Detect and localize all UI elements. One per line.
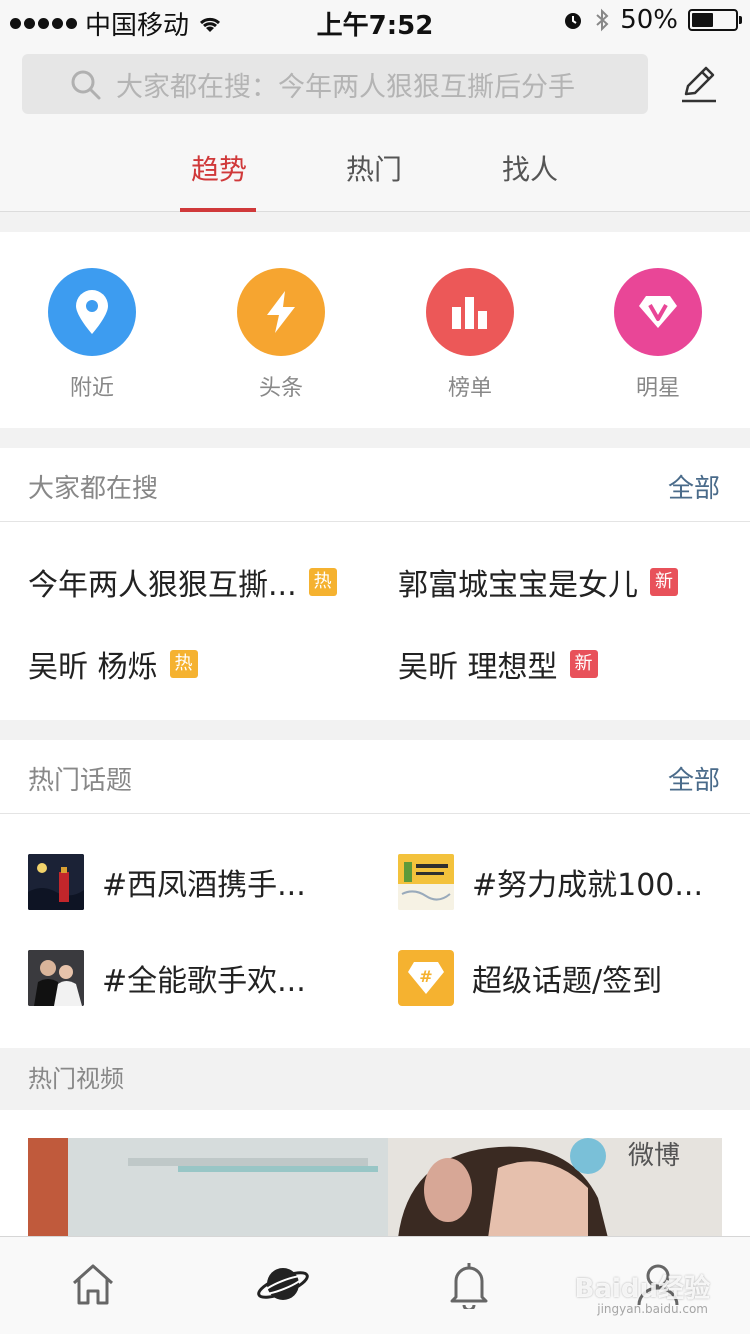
hot-badge: 热 <box>308 568 337 596</box>
hot-videos-section: 热门视频 微博 <box>0 1048 750 1238</box>
nav-notifications[interactable] <box>448 1261 490 1313</box>
nav-home[interactable] <box>70 1261 116 1311</box>
quick-link-label: 附近 <box>69 376 114 401</box>
location-pin-icon <box>48 268 136 356</box>
new-badge: 新 <box>569 650 598 678</box>
topic-item[interactable]: # 超级话题/签到 <box>398 950 662 1006</box>
see-all-link[interactable]: 全部 <box>668 760 720 797</box>
status-bar: 中国移动 上午7:52 50% <box>0 0 750 41</box>
bell-icon <box>450 1263 488 1312</box>
video-list: 微博 <box>0 1110 750 1238</box>
tab-label: 热门 <box>345 153 402 186</box>
search-icon <box>71 70 101 100</box>
super-topic-icon: # <box>398 950 454 1006</box>
nav-discover[interactable] <box>256 1261 310 1311</box>
video-thumbnail[interactable]: 微博 <box>28 1138 722 1238</box>
topic-item[interactable]: #努力成就100... <box>398 854 703 910</box>
card-title: 热门话题 <box>28 766 133 796</box>
quick-link-nearby[interactable]: 附近 <box>22 268 162 402</box>
quick-link-headlines[interactable]: 头条 <box>211 268 351 402</box>
home-icon <box>72 1264 114 1305</box>
trending-search-item[interactable]: 今年两人狠狠互撕... 热 <box>28 560 337 604</box>
search-item-text: 今年两人狠狠互撕... <box>28 568 297 603</box>
watermark: Baidu经验 <box>574 1274 710 1304</box>
bar-chart-icon <box>426 268 514 356</box>
topic-item[interactable]: #全能歌手欢... <box>28 950 306 1006</box>
tab-hot[interactable]: 热门 <box>314 132 434 212</box>
trending-search-card: 大家都在搜 全部 今年两人狠狠互撕... 热 郭富城宝宝是女儿 新 吴昕 杨烁 … <box>0 448 750 720</box>
quick-link-stars[interactable]: 明星 <box>588 268 728 402</box>
new-badge: 新 <box>650 568 678 596</box>
tab-label: 趋势 <box>190 153 247 186</box>
tab-label: 找人 <box>501 153 558 186</box>
svg-text:微博: 微博 <box>628 1141 680 1171</box>
topic-text: #努力成就100... <box>472 868 704 903</box>
quick-link-label: 头条 <box>258 376 303 401</box>
section-title: 热门视频 <box>0 1048 750 1110</box>
card-title: 大家都在搜 <box>28 474 159 504</box>
topic-thumbnail <box>28 854 84 910</box>
quick-link-label: 榜单 <box>447 376 492 401</box>
compose-icon[interactable] <box>678 62 720 104</box>
card-header: 热门话题 全部 <box>0 740 750 814</box>
search-placeholder: 大家都在搜：今年两人狠狠互撕后分手 <box>116 71 575 103</box>
trending-search-item[interactable]: 郭富城宝宝是女儿 新 <box>398 560 678 604</box>
tab-find-people[interactable]: 找人 <box>470 132 590 212</box>
top-header: 大家都在搜：今年两人狠狠互撕后分手 趋势 热门 找人 <box>0 40 750 212</box>
card-header: 大家都在搜 全部 <box>0 448 750 522</box>
topic-item[interactable]: #西凤酒携手... <box>28 854 306 910</box>
tab-bar: 趋势 热门 找人 <box>0 132 750 212</box>
discover-planet-icon <box>257 1268 309 1300</box>
search-input[interactable]: 大家都在搜：今年两人狠狠互撕后分手 <box>22 54 648 114</box>
search-item-text: 郭富城宝宝是女儿 <box>398 568 638 603</box>
search-item-text: 吴昕 杨烁 <box>28 650 158 685</box>
status-right: 50% <box>562 5 742 35</box>
topic-thumbnail <box>398 854 454 910</box>
tab-trending[interactable]: 趋势 <box>159 132 279 212</box>
topic-thumbnail <box>28 950 84 1006</box>
trending-search-item[interactable]: 吴昕 杨烁 热 <box>28 642 198 686</box>
quick-link-label: 明星 <box>635 376 680 401</box>
battery-percent: 50% <box>620 5 678 35</box>
svg-text:#: # <box>419 967 432 986</box>
lightning-icon <box>237 268 325 356</box>
battery-icon <box>688 9 742 31</box>
search-item-text: 吴昕 理想型 <box>398 650 558 685</box>
alarm-icon <box>565 13 582 29</box>
watermark-url: jingyan.baidu.com <box>597 1302 708 1316</box>
topic-text: 超级话题/签到 <box>472 964 663 999</box>
quick-links: 附近 头条 榜单 明星 <box>0 232 750 428</box>
topic-text: #全能歌手欢... <box>102 964 306 999</box>
diamond-v-icon <box>614 268 702 356</box>
trending-search-item[interactable]: 吴昕 理想型 新 <box>398 642 598 686</box>
see-all-link[interactable]: 全部 <box>668 468 720 505</box>
topic-text: #西凤酒携手... <box>102 868 306 903</box>
quick-link-charts[interactable]: 榜单 <box>400 268 540 402</box>
hot-badge: 热 <box>169 650 198 678</box>
hot-topics-card: 热门话题 全部 #西凤酒携手... #努力成就100... #全能歌手欢... … <box>0 740 750 1048</box>
tab-underline <box>180 208 256 212</box>
bluetooth-icon <box>596 8 609 32</box>
